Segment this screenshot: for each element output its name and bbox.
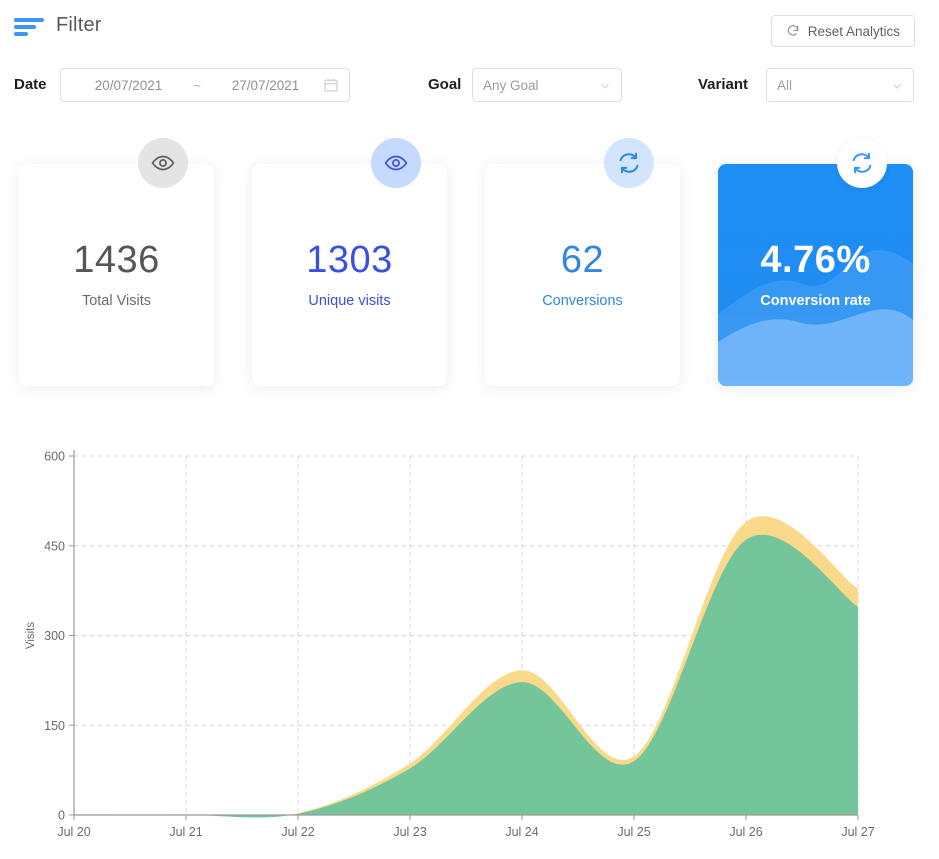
stat-card-icon-conversions[interactable]	[604, 138, 654, 188]
stat-card-conversion-rate[interactable]: 4.76% Conversion rate	[718, 164, 913, 386]
stat-card-icon-unique-visits[interactable]	[371, 138, 421, 188]
chevron-down-icon	[599, 79, 611, 91]
chevron-down-icon	[891, 79, 903, 91]
reset-analytics-label: Reset Analytics	[807, 23, 900, 39]
refresh-icon	[786, 24, 800, 38]
stat-card-total-visits[interactable]: 1436 Total Visits	[19, 164, 214, 386]
eye-icon	[151, 155, 175, 171]
stat-cards: 1436 Total Visits 1303 Unique visits 62 …	[0, 140, 939, 390]
y-axis-tick-label: 450	[44, 539, 65, 553]
stat-card-icon-total-visits[interactable]	[138, 138, 188, 188]
date-end-value[interactable]: 27/07/2021	[208, 78, 323, 93]
variant-label: Variant	[698, 76, 749, 93]
goal-select[interactable]: Any Goal	[472, 68, 622, 102]
date-label: Date	[14, 76, 47, 93]
filter-header: Filter	[14, 14, 102, 37]
y-axis-tick-label: 300	[44, 629, 65, 643]
stat-card-icon-conversion-rate[interactable]	[837, 138, 887, 188]
x-axis-tick-label: Jul 20	[57, 825, 90, 839]
filter-row: Date 20/07/2021 ~ 27/07/2021 Goal Any Go…	[0, 68, 939, 102]
chart-canvas[interactable]: 0 150 300 450 600 Jul 20 Jul 21 Jul 22 Jul 23 Jul…	[0, 430, 939, 859]
y-axis-tick-label: 0	[58, 809, 65, 823]
calendar-icon[interactable]	[323, 77, 339, 93]
stat-card-unique-visits[interactable]: 1303 Unique visits	[252, 164, 447, 386]
stat-label: Total Visits	[81, 293, 152, 309]
variant-select[interactable]: All	[766, 68, 914, 102]
stat-value: 1303	[306, 239, 393, 281]
x-axis-tick-label: Jul 24	[505, 825, 538, 839]
goal-label: Goal	[428, 76, 462, 93]
visits-area-chart: 0 150 300 450 600 Jul 20 Jul 21 Jul 22 Jul 23 Jul…	[0, 430, 939, 859]
stat-label: Conversion rate	[760, 293, 871, 309]
x-axis-tick-label: Jul 26	[729, 825, 762, 839]
y-axis-tick-label: 150	[44, 719, 65, 733]
eye-icon	[384, 155, 408, 171]
refresh-icon	[852, 152, 872, 174]
stat-label: Conversions	[542, 293, 623, 309]
stat-card-conversions[interactable]: 62 Conversions	[485, 164, 680, 386]
stat-value: 62	[560, 239, 605, 281]
refresh-icon	[619, 152, 639, 174]
filter-icon	[14, 16, 44, 36]
stat-label: Unique visits	[308, 293, 391, 309]
x-axis-tick-label: Jul 21	[169, 825, 202, 839]
x-axis-tick-label: Jul 27	[841, 825, 874, 839]
page-title: Filter	[56, 14, 102, 36]
reset-analytics-button[interactable]: Reset Analytics	[770, 15, 915, 47]
y-axis-title: Visits	[25, 622, 37, 650]
variant-selected-value: All	[777, 77, 793, 93]
date-start-value[interactable]: 20/07/2021	[71, 78, 186, 93]
x-axis-tick-label: Jul 23	[393, 825, 426, 839]
x-axis-tick-label: Jul 22	[281, 825, 314, 839]
goal-selected-value: Any Goal	[483, 77, 539, 93]
stat-value: 4.76%	[760, 239, 871, 281]
date-range-separator: ~	[193, 77, 201, 93]
chart-series-area	[74, 534, 858, 818]
date-range-input[interactable]: 20/07/2021 ~ 27/07/2021	[60, 68, 350, 102]
stat-value: 1436	[73, 239, 160, 281]
x-axis-tick-label: Jul 25	[617, 825, 650, 839]
y-axis-tick-label: 600	[44, 450, 65, 464]
